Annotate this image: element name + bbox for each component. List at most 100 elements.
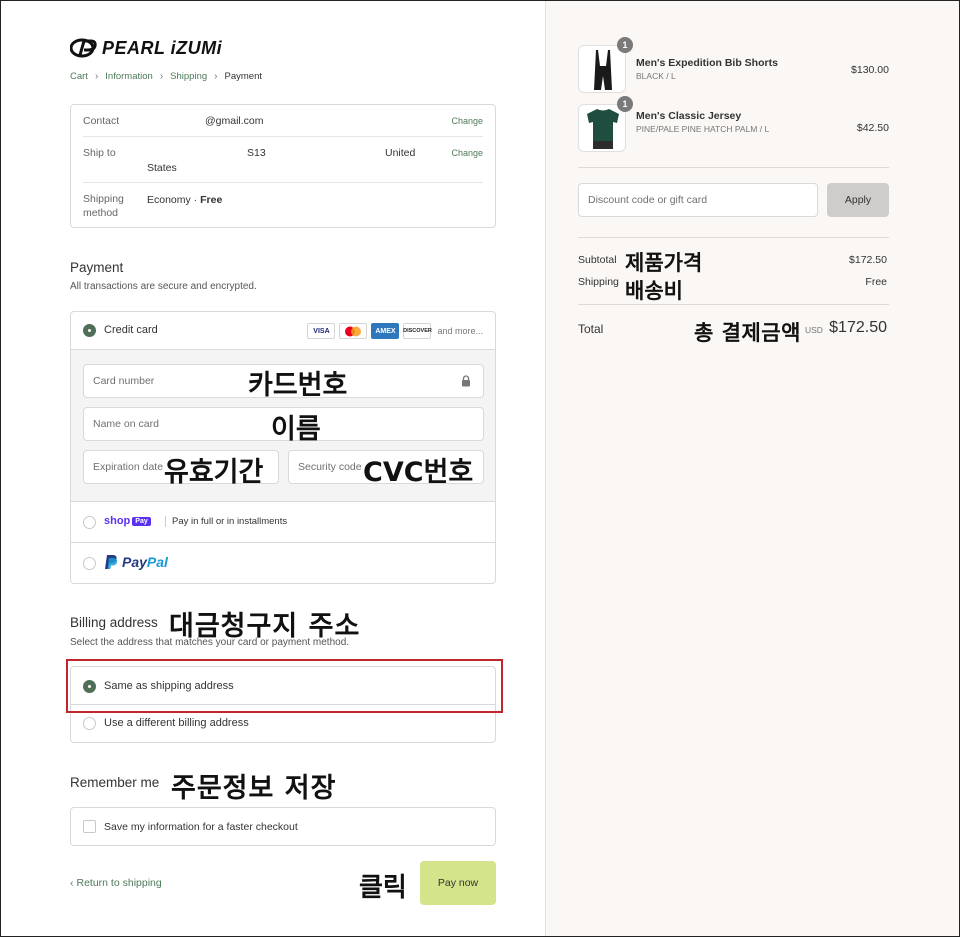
breadcrumb: Cart › Information › Shipping › Payment (70, 71, 262, 82)
item-price: $130.00 (851, 64, 889, 76)
item-variant: PINE/PALE PINE HATCH PALM / L (636, 124, 770, 134)
lock-icon (462, 375, 470, 387)
payment-subtitle: All transactions are secure and encrypte… (70, 281, 257, 292)
paypal-radio[interactable] (83, 557, 96, 570)
jersey-image-icon (587, 109, 619, 149)
breadcrumb-payment: Payment (224, 71, 263, 82)
pay-now-button[interactable]: Pay now (420, 861, 496, 905)
brand-name: PEARL iZUMi (102, 37, 223, 58)
payment-title: Payment (70, 260, 124, 275)
breadcrumb-information[interactable]: Information (105, 71, 153, 82)
paypal-option[interactable]: Pay Pal (71, 543, 495, 583)
review-summary: Contact @gmail.com Change Ship to S13 Un… (70, 104, 496, 228)
remember-title: Remember me (70, 775, 160, 790)
more-cards-text: and more... (437, 326, 483, 336)
annotation-cvc: CVC번호 (363, 457, 474, 488)
breadcrumb-cart[interactable]: Cart (70, 71, 88, 82)
shipping-value: Free (865, 276, 887, 288)
annotation-card-number: 카드번호 (248, 370, 348, 401)
different-billing-label: Use a different billing address (104, 717, 249, 729)
highlight-box (66, 659, 503, 713)
breadcrumb-shipping[interactable]: Shipping (170, 71, 207, 82)
currency-code: USD (805, 325, 823, 335)
shipping-method-price: Free (200, 194, 223, 206)
paypal-icon (105, 555, 118, 569)
expiration-date-placeholder: Expiration date (93, 461, 164, 473)
divider (578, 237, 889, 238)
checkout-main: PEARL iZUMi Cart › Information › Shippin… (1, 1, 545, 936)
subtotal-value: $172.50 (849, 254, 887, 266)
chevron-right-icon: › (159, 71, 164, 82)
discount-code-input[interactable]: Discount code or gift card (578, 183, 818, 217)
name-on-card-placeholder: Name on card (93, 418, 159, 430)
annotation-name: 이름 (271, 414, 321, 445)
product-thumbnail (578, 45, 626, 93)
ship-to-label: Ship to (83, 147, 116, 159)
total-label: Total (578, 322, 604, 336)
shipping-method-label: method (83, 207, 119, 219)
item-price: $42.50 (856, 122, 889, 134)
payment-methods: Credit card VISA AMEX DISCOVER and more.… (70, 311, 496, 584)
chevron-left-icon: ‹ (70, 877, 74, 889)
annotation-subtotal: 제품가격 (625, 251, 703, 275)
save-info-label: Save my information for a faster checkou… (104, 821, 298, 833)
annotation-billing: 대금청구지 주소 (169, 611, 361, 642)
paypal-logo: Pay Pal (104, 554, 168, 570)
total-value: $172.50 (829, 319, 887, 336)
credit-card-option[interactable]: Credit card VISA AMEX DISCOVER and more.… (71, 312, 495, 350)
brand-logo[interactable]: PEARL iZUMi (70, 38, 222, 58)
contact-value: @gmail.com (205, 115, 264, 127)
shop-pay-option[interactable]: shop Pay Pay in full or in installments (71, 502, 495, 543)
amex-icon: AMEX (371, 323, 400, 339)
discover-icon: DISCOVER (403, 323, 432, 339)
credit-card-radio[interactable] (83, 324, 96, 337)
discount-code-placeholder: Discount code or gift card (588, 194, 708, 206)
card-brand-logos: VISA AMEX DISCOVER and more... (307, 323, 483, 339)
billing-title: Billing address (70, 615, 158, 630)
annotation-remember: 주문정보 저장 (171, 773, 337, 804)
quantity-badge: 1 (617, 37, 633, 53)
shop-pay-description: Pay in full or in installments (165, 516, 287, 527)
paypal-wordmark-a: Pay (122, 554, 147, 570)
item-variant: BLACK / L (636, 71, 676, 81)
annotation-total: 총 결제금액 (694, 321, 801, 345)
apply-discount-button[interactable]: Apply (827, 183, 889, 217)
chevron-right-icon: › (94, 71, 99, 82)
annotation-shipping: 배송비 (625, 279, 683, 303)
ship-to-value-part: United (385, 147, 416, 159)
mastercard-icon (339, 323, 368, 339)
ship-to-row: Ship to S13 United States Change (83, 137, 483, 183)
shipping-label: Shipping (578, 276, 619, 288)
save-info-checkbox[interactable] (83, 820, 96, 833)
card-number-placeholder: Card number (93, 375, 155, 387)
chevron-right-icon: › (214, 71, 218, 82)
annotation-click: 클릭 (359, 873, 407, 903)
divider (578, 167, 889, 168)
shop-pay-wordmark: shop (104, 515, 131, 527)
quantity-badge: 1 (617, 96, 633, 112)
credit-card-label: Credit card (104, 324, 158, 336)
contact-label: Contact (83, 115, 120, 127)
bib-shorts-image-icon (594, 50, 612, 90)
pearl-izumi-logo-icon (70, 38, 97, 58)
ship-to-value-part: S13 (247, 147, 266, 159)
shipping-method-value: Economy · Free (147, 193, 222, 207)
item-name: Men's Classic Jersey (636, 110, 742, 122)
product-thumbnail (578, 104, 626, 152)
shipping-method-row: Shipping method Economy · Free (83, 183, 483, 229)
change-contact-link[interactable]: Change (451, 116, 483, 126)
shop-pay-radio[interactable] (83, 516, 96, 529)
item-name: Men's Expedition Bib Shorts (636, 57, 778, 69)
save-info-option[interactable]: Save my information for a faster checkou… (70, 807, 496, 846)
annotation-expiry: 유효기간 (164, 457, 264, 488)
shipping-method-label: Shipping (83, 193, 124, 205)
different-billing-radio[interactable] (83, 717, 96, 730)
change-ship-to-link[interactable]: Change (451, 148, 483, 158)
ship-to-value-part: States (147, 162, 177, 174)
return-to-shipping-link[interactable]: ‹ Return to shipping (70, 877, 162, 889)
paypal-wordmark-b: Pal (146, 554, 168, 570)
shipping-method-name: Economy · (147, 194, 201, 206)
cart-item: 1 Men's Classic Jersey PINE/PALE PINE HA… (578, 96, 889, 154)
security-code-placeholder: Security code (298, 461, 362, 473)
cart-item: 1 Men's Expedition Bib Shorts BLACK / L … (578, 37, 889, 95)
